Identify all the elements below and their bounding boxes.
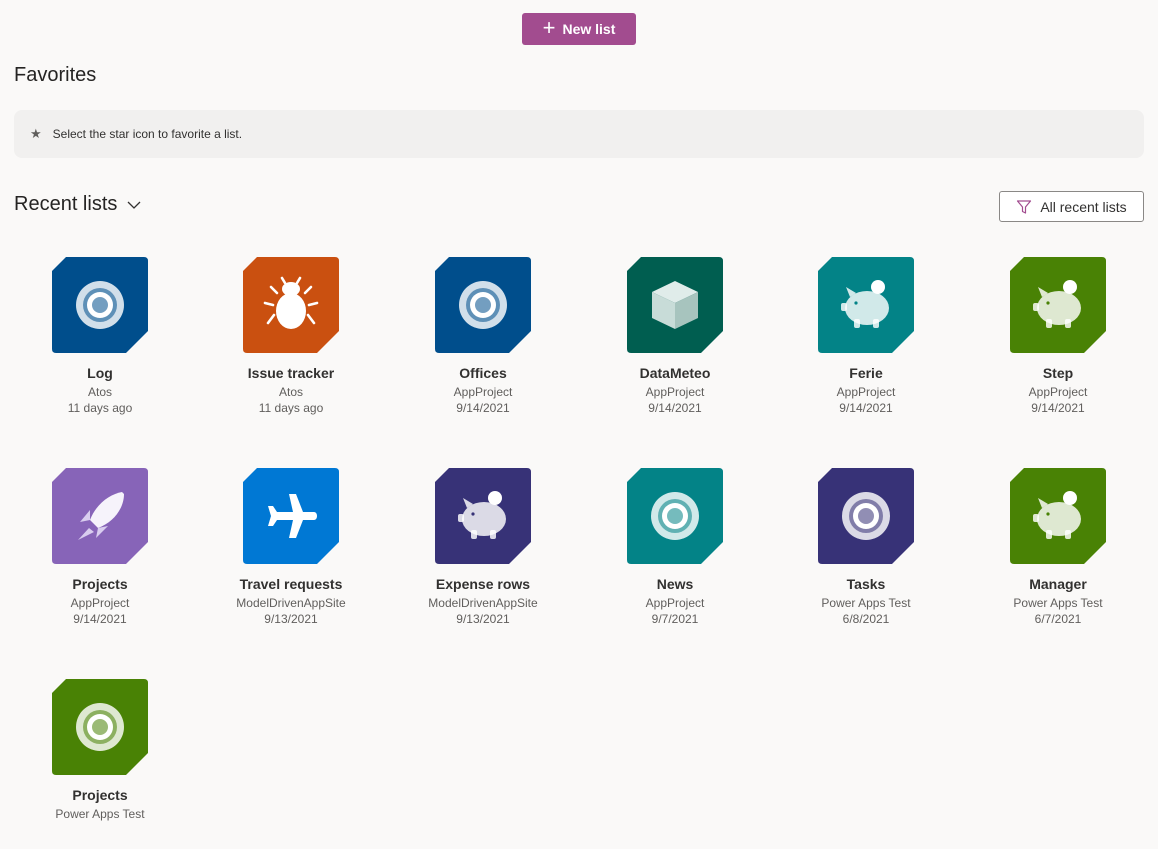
piggy-bank-icon xyxy=(1010,257,1106,353)
list-site: AppProject xyxy=(836,385,896,399)
target-icon xyxy=(52,679,148,775)
list-name: Log xyxy=(87,365,113,381)
list-name: Step xyxy=(1042,365,1074,381)
list-icon xyxy=(1010,257,1106,353)
bug-icon xyxy=(243,257,339,353)
list-icon xyxy=(52,257,148,353)
list-icon xyxy=(243,468,339,564)
favorites-title: Favorites xyxy=(14,64,97,86)
rocket-icon xyxy=(52,468,148,564)
recent-lists-title: Recent lists xyxy=(14,193,118,215)
list-name: News xyxy=(656,576,694,592)
list-tile[interactable]: Projects AppProject 9/14/2021 xyxy=(10,468,190,638)
favorites-empty-banner: ★ Select the star icon to favorite a lis… xyxy=(14,110,1144,158)
list-date: 6/8/2021 xyxy=(842,612,890,626)
list-site: AppProject xyxy=(453,385,513,399)
list-icon xyxy=(818,257,914,353)
list-date: 9/13/2021 xyxy=(456,612,510,626)
list-tile[interactable]: Issue tracker Atos 11 days ago xyxy=(201,257,381,427)
list-tile[interactable]: Offices AppProject 9/14/2021 xyxy=(393,257,573,427)
list-name: DataMeteo xyxy=(639,365,711,381)
list-tile[interactable]: DataMeteo AppProject 9/14/2021 xyxy=(585,257,765,427)
list-site: ModelDrivenAppSite xyxy=(236,596,346,610)
all-recent-lists-label: All recent lists xyxy=(1040,198,1127,215)
list-tile[interactable]: Projects Power Apps Test xyxy=(10,679,190,849)
list-site: AppProject xyxy=(645,385,705,399)
airplane-icon xyxy=(243,468,339,564)
list-tile[interactable]: Log Atos 11 days ago xyxy=(10,257,190,427)
recent-lists-dropdown[interactable]: Recent lists xyxy=(14,193,141,216)
list-tile[interactable]: Ferie AppProject 9/14/2021 xyxy=(776,257,956,427)
list-tile[interactable]: Tasks Power Apps Test 6/8/2021 xyxy=(776,468,956,638)
all-recent-lists-button[interactable]: All recent lists xyxy=(999,191,1144,222)
list-icon xyxy=(627,257,723,353)
list-date: 6/7/2021 xyxy=(1034,612,1082,626)
cube-icon xyxy=(627,257,723,353)
list-site: AppProject xyxy=(1028,385,1088,399)
filter-icon xyxy=(1017,199,1032,214)
list-name: Tasks xyxy=(846,576,886,592)
plus-icon: + xyxy=(542,15,556,40)
piggy-bank-icon xyxy=(818,257,914,353)
list-name: Manager xyxy=(1029,576,1087,592)
list-icon xyxy=(435,257,531,353)
list-site: ModelDrivenAppSite xyxy=(428,596,538,610)
new-list-button[interactable]: + New list xyxy=(522,13,636,45)
list-tile[interactable]: Step AppProject 9/14/2021 xyxy=(968,257,1148,427)
list-site: AppProject xyxy=(645,596,705,610)
list-tile[interactable]: Expense rows ModelDrivenAppSite 9/13/2021 xyxy=(393,468,573,638)
list-icon xyxy=(818,468,914,564)
list-site: Power Apps Test xyxy=(821,596,911,610)
list-name: Ferie xyxy=(849,365,883,381)
target-icon xyxy=(627,468,723,564)
list-icon xyxy=(1010,468,1106,564)
list-date: 9/14/2021 xyxy=(648,401,702,415)
list-tile[interactable]: News AppProject 9/7/2021 xyxy=(585,468,765,638)
list-site: AppProject xyxy=(70,596,130,610)
piggy-bank-icon xyxy=(435,468,531,564)
list-icon xyxy=(52,468,148,564)
chevron-down-icon xyxy=(127,201,141,209)
list-site: Power Apps Test xyxy=(55,807,145,821)
target-icon xyxy=(435,257,531,353)
list-name: Expense rows xyxy=(435,576,531,592)
piggy-bank-icon xyxy=(1010,468,1106,564)
star-icon: ★ xyxy=(30,126,42,141)
list-site: Atos xyxy=(278,385,303,399)
target-icon xyxy=(818,468,914,564)
list-date: 11 days ago xyxy=(258,401,324,415)
list-date: 11 days ago xyxy=(67,401,133,415)
list-name: Projects xyxy=(72,787,128,803)
list-icon xyxy=(435,468,531,564)
target-icon xyxy=(52,257,148,353)
list-date: 9/7/2021 xyxy=(651,612,699,626)
list-date: 9/14/2021 xyxy=(1031,401,1085,415)
list-name: Projects xyxy=(72,576,128,592)
list-name: Issue tracker xyxy=(247,365,335,381)
favorites-hint: Select the star icon to favorite a list. xyxy=(52,127,243,141)
list-icon xyxy=(52,679,148,775)
list-date: 9/14/2021 xyxy=(456,401,510,415)
list-site: Power Apps Test xyxy=(1013,596,1103,610)
list-date: 9/14/2021 xyxy=(839,401,893,415)
list-site: Atos xyxy=(87,385,112,399)
list-name: Travel requests xyxy=(239,576,343,592)
list-icon xyxy=(243,257,339,353)
list-date: 9/14/2021 xyxy=(73,612,127,626)
list-name: Offices xyxy=(459,365,507,381)
list-tile[interactable]: Manager Power Apps Test 6/7/2021 xyxy=(968,468,1148,638)
new-list-label: New list xyxy=(562,21,616,37)
list-date: 9/13/2021 xyxy=(264,612,318,626)
list-icon xyxy=(627,468,723,564)
list-tile[interactable]: Travel requests ModelDrivenAppSite 9/13/20… xyxy=(201,468,381,638)
